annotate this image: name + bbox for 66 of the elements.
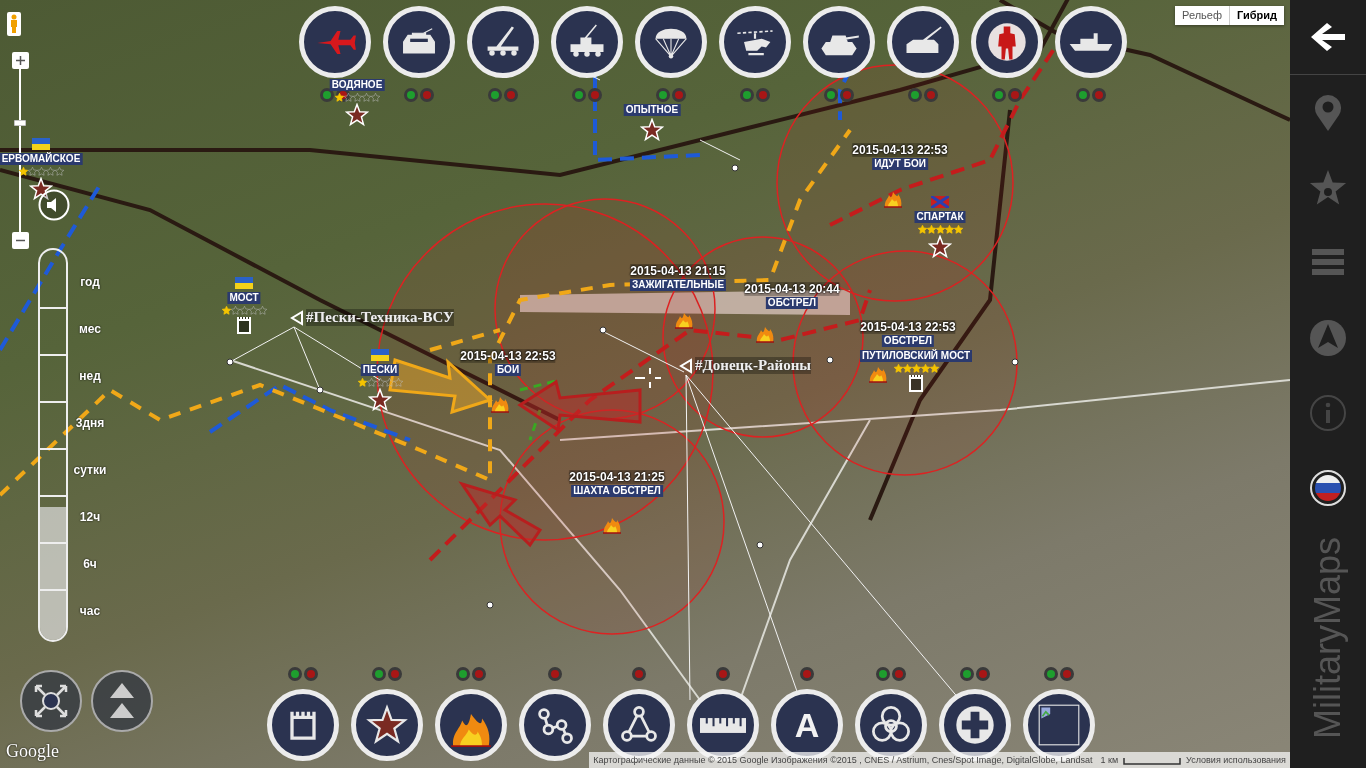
place-label: МОСТ bbox=[227, 292, 261, 304]
event-timestamp: 2015-04-13 22:53 bbox=[860, 320, 956, 334]
slider-tick-label: 12ч bbox=[79, 509, 101, 526]
scale-label: 1 км bbox=[1096, 752, 1123, 768]
soldier-icon bbox=[985, 20, 1029, 64]
slider-tick-label: сутки bbox=[73, 462, 107, 479]
event-label: ОБСТРЕЛ bbox=[765, 297, 819, 309]
fortification-marker-icon[interactable] bbox=[236, 316, 252, 334]
waypoint-dot bbox=[756, 541, 764, 549]
zoom-in-icon[interactable] bbox=[12, 52, 29, 69]
expand-arrows-icon bbox=[33, 683, 69, 719]
place-label: ВОДЯНОЕ bbox=[329, 79, 385, 91]
google-logo: Google bbox=[6, 740, 59, 762]
slider-tick-label: год bbox=[80, 274, 100, 291]
broken-image-icon bbox=[1037, 703, 1081, 747]
event-timestamp: 2015-04-13 22:53 bbox=[852, 143, 948, 157]
speaker-icon[interactable] bbox=[38, 189, 70, 221]
terms-link[interactable]: Условия использования bbox=[1182, 752, 1290, 768]
hashtag-label[interactable]: #Донецк-Районы bbox=[695, 357, 812, 374]
double-triangle-icon bbox=[107, 681, 137, 721]
slider-tick-label: 3дня bbox=[75, 415, 105, 432]
star-marker-icon[interactable] bbox=[640, 118, 664, 142]
place-label: СПАРТАК bbox=[914, 211, 966, 223]
star-marker-icon[interactable] bbox=[928, 235, 952, 259]
event-timestamp: 2015-04-13 20:44 bbox=[744, 282, 840, 296]
star-marker-icon[interactable] bbox=[368, 388, 392, 412]
triangle-marker-icon[interactable] bbox=[679, 358, 693, 374]
plus-icon bbox=[953, 703, 997, 747]
star-marker-icon[interactable] bbox=[345, 103, 369, 127]
event-label: ЗАЖИГАТЕЛЬНЫЕ bbox=[629, 279, 727, 291]
crosshair-icon bbox=[634, 367, 662, 389]
event-label: БОИ bbox=[494, 364, 522, 376]
zoom-out-icon[interactable] bbox=[12, 232, 29, 249]
event-timestamp: 2015-04-13 21:25 bbox=[569, 470, 665, 484]
map-type-tab[interactable]: Рельеф bbox=[1175, 6, 1229, 25]
triangle-marker-icon[interactable] bbox=[290, 310, 304, 326]
place-label: ЕРВОМАЙСКОЕ bbox=[0, 153, 83, 165]
waypoint-dot bbox=[316, 386, 324, 394]
waypoint-dot bbox=[731, 164, 739, 172]
event-label: ОБСТРЕЛ bbox=[881, 335, 935, 347]
waypoint-dot bbox=[1011, 358, 1019, 366]
waypoint-dot bbox=[486, 601, 494, 609]
slider-tick-label: нед bbox=[79, 368, 101, 385]
fortification-marker-icon[interactable] bbox=[908, 374, 924, 392]
place-label: ОПЫТНОЕ bbox=[623, 104, 681, 116]
time-slider[interactable] bbox=[38, 248, 68, 642]
ship-icon bbox=[1068, 32, 1114, 52]
star-icon bbox=[365, 703, 409, 747]
place-label: ПЕСКИ bbox=[360, 364, 400, 376]
event-timestamp: 2015-04-13 21:15 bbox=[630, 264, 726, 278]
waypoint-dot bbox=[599, 326, 607, 334]
star-marker-icon[interactable] bbox=[29, 177, 53, 201]
attribution-text: Картографические данные © 2015 Google Изображения ©2015 , CNES / Astrium, Cnes/Spot Image, DigitalGlobe, Landsat bbox=[589, 752, 1097, 768]
map-type-tab[interactable]: Гибрид bbox=[1229, 6, 1284, 25]
event-label: ИДУТ БОИ bbox=[872, 158, 928, 170]
waypoint-dot bbox=[226, 358, 234, 366]
place-label: ПУТИЛОВСКИЙ МОСТ bbox=[860, 350, 972, 362]
slider-tick-label: час bbox=[79, 603, 101, 620]
zoom-handle[interactable] bbox=[14, 120, 26, 126]
ruler-icon bbox=[700, 717, 746, 733]
event-timestamp: 2015-04-13 22:53 bbox=[460, 349, 556, 363]
event-label: ШАХТА ОБСТРЕЛ bbox=[571, 485, 663, 497]
slider-tick-label: 6ч bbox=[83, 556, 97, 573]
hashtag-label[interactable]: #Пески-Техника-ВСУ bbox=[306, 309, 455, 326]
waypoint-dot bbox=[826, 356, 834, 364]
slider-tick-label: мес bbox=[78, 321, 102, 338]
